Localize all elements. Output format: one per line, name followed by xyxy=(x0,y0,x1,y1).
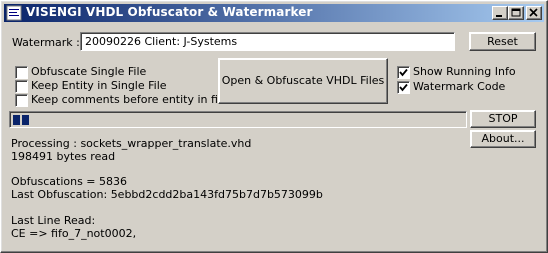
obfuscate-single-file-label[interactable]: Obfuscate Single File xyxy=(31,65,146,78)
stop-button[interactable]: STOP xyxy=(470,110,536,128)
reset-button[interactable]: Reset xyxy=(469,32,536,51)
keep-comments-checkbox[interactable] xyxy=(15,94,28,107)
output-last-line-value: CE => fifo_7_not0002, xyxy=(11,227,137,240)
watermark-label: Watermark : xyxy=(12,36,80,49)
app-window: VISENGI VHDL Obfuscator & Watermarker Wa… xyxy=(0,0,548,253)
show-running-info-label[interactable]: Show Running Info xyxy=(413,65,516,78)
about-button[interactable]: About... xyxy=(470,130,536,148)
maximize-button[interactable] xyxy=(508,6,524,20)
watermark-input-value: 20090226 Client: J-Systems xyxy=(85,35,238,48)
keep-entity-label[interactable]: Keep Entity in Single File xyxy=(31,79,167,92)
keep-entity-checkbox[interactable] xyxy=(15,80,28,93)
output-bytes-line: 198491 bytes read xyxy=(11,150,116,163)
window-title: VISENGI VHDL Obfuscator & Watermarker xyxy=(26,5,313,19)
watermark-code-checkbox[interactable] xyxy=(397,81,410,94)
open-obfuscate-button[interactable]: Open & Obfuscate VHDL Files xyxy=(218,58,388,104)
watermark-input[interactable]: 20090226 Client: J-Systems xyxy=(80,32,455,51)
show-running-info-checkbox[interactable] xyxy=(397,66,410,79)
app-icon[interactable] xyxy=(6,5,22,21)
output-last-line-label: Last Line Read: xyxy=(11,214,96,227)
progress-bar xyxy=(9,111,467,128)
output-obfuscations-line: Obfuscations = 5836 xyxy=(11,175,128,188)
checkmark-icon xyxy=(399,83,408,92)
output-processing-line: Processing : sockets_wrapper_translate.v… xyxy=(11,137,252,150)
watermark-code-label[interactable]: Watermark Code xyxy=(413,80,505,93)
minimize-button[interactable] xyxy=(492,6,508,20)
keep-comments-label[interactable]: Keep comments before entity in files xyxy=(31,93,234,106)
obfuscate-single-file-checkbox[interactable] xyxy=(15,66,28,79)
close-button[interactable] xyxy=(526,6,542,20)
progress-segment xyxy=(13,115,20,125)
checkmark-icon xyxy=(399,68,408,77)
progress-segment xyxy=(22,115,29,125)
output-last-obfuscation-line: Last Obfuscation: 5ebbd2cdd2ba143fd75b7d… xyxy=(11,188,323,201)
title-bar[interactable]: VISENGI VHDL Obfuscator & Watermarker xyxy=(4,4,544,22)
